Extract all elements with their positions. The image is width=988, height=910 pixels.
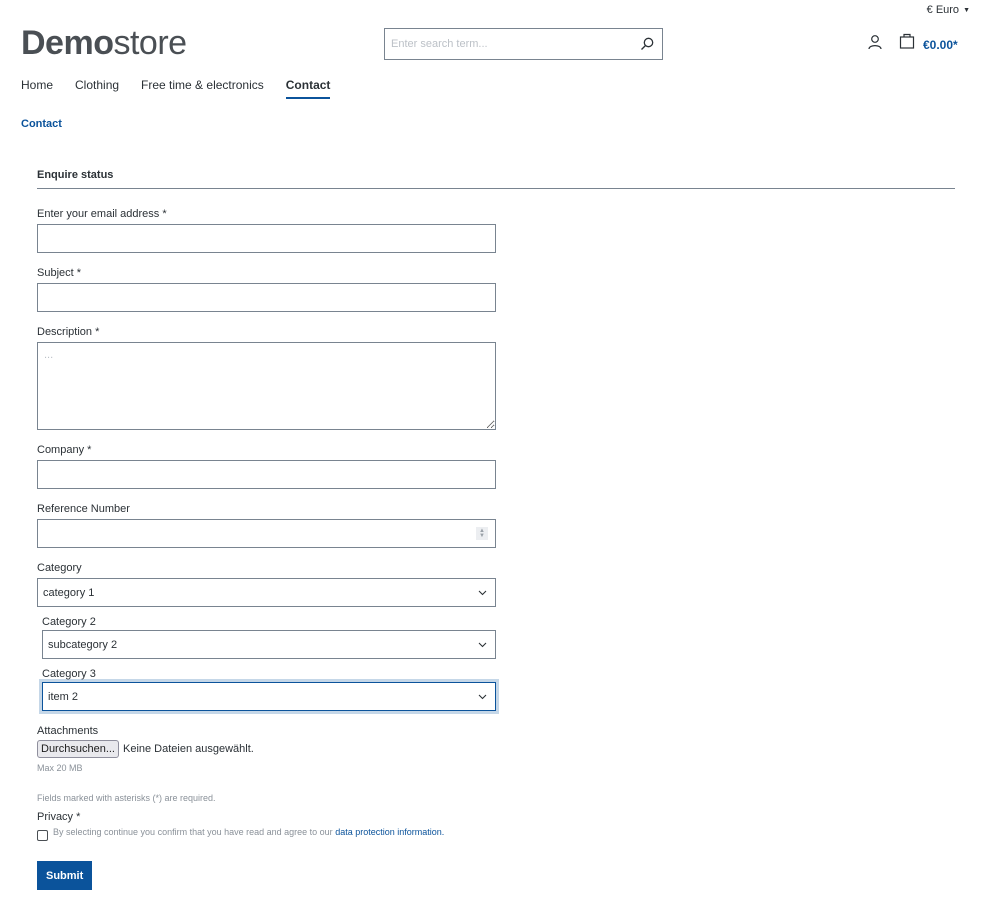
logo[interactable]: Demostore <box>21 24 187 62</box>
no-file-selected-text: Keine Dateien ausgewählt. <box>122 743 254 755</box>
email-input[interactable] <box>37 224 496 253</box>
nav-item-contact[interactable]: Contact <box>285 78 331 99</box>
category2-field-group: Category 2 subcategory 2 <box>42 615 496 659</box>
chevron-down-icon <box>478 590 487 595</box>
subject-input[interactable] <box>37 283 496 312</box>
category3-select-value: item 2 <box>48 690 78 703</box>
description-textarea[interactable] <box>37 342 496 430</box>
chevron-down-icon <box>478 694 487 699</box>
attachments-group: Attachments Durchsuchen... Keine Dateien… <box>37 725 955 773</box>
required-fields-note: Fields marked with asterisks (*) are req… <box>37 793 216 803</box>
category2-label: Category 2 <box>42 616 96 628</box>
currency-label: € Euro <box>926 4 960 16</box>
privacy-consent-row: By selecting continue you confirm that y… <box>37 827 955 841</box>
category3-field-group: Category 3 item 2 <box>42 667 496 711</box>
category-label: Category <box>37 562 82 574</box>
category2-select[interactable]: subcategory 2 <box>42 630 496 659</box>
search-icon[interactable] <box>632 37 662 51</box>
reference-number-input[interactable] <box>37 519 496 548</box>
category2-select-value: subcategory 2 <box>48 638 118 651</box>
company-input[interactable] <box>37 460 496 489</box>
submit-button[interactable]: Submit <box>37 861 93 890</box>
logo-bold: Demo <box>21 24 114 62</box>
privacy-text: By selecting continue you confirm that y… <box>53 827 336 837</box>
contact-form: Enquire status Enter your email address … <box>37 169 955 890</box>
caret-down-icon: ▼ <box>963 7 970 14</box>
nav-item-home[interactable]: Home <box>21 78 53 99</box>
number-spinner-icon[interactable]: ▲ ▼ <box>476 527 488 540</box>
company-label: Company * <box>37 444 92 456</box>
subject-field-group: Subject * <box>37 266 496 312</box>
privacy-label: Privacy * <box>37 811 81 823</box>
nav-item-free-time-electronics[interactable]: Free time & electronics <box>141 78 264 99</box>
company-field-group: Company * <box>37 443 496 489</box>
logo-light: store <box>113 24 187 62</box>
nav-item-clothing[interactable]: Clothing <box>75 78 119 99</box>
currency-selector[interactable]: € Euro ▼ <box>927 4 970 16</box>
breadcrumb[interactable]: Contact <box>21 118 62 130</box>
category-select[interactable]: category 1 <box>37 578 496 607</box>
chevron-down-icon <box>478 642 487 647</box>
search-input[interactable] <box>385 29 632 59</box>
category3-select[interactable]: item 2 <box>42 682 496 711</box>
reference-label: Reference Number <box>37 503 130 515</box>
privacy-checkbox[interactable] <box>37 830 48 841</box>
reference-field-group: Reference Number ▲ ▼ <box>37 502 496 548</box>
category-select-value: category 1 <box>43 586 95 599</box>
email-field-group: Enter your email address * <box>37 207 496 253</box>
account-icon[interactable] <box>867 34 883 55</box>
description-field-group: Description * <box>37 325 496 430</box>
description-label: Description * <box>37 326 100 338</box>
cart-total: €0.00* <box>923 38 958 52</box>
search-bar <box>384 28 663 60</box>
attachments-label: Attachments <box>37 725 99 737</box>
data-protection-link[interactable]: data protection information. <box>335 827 444 837</box>
category-field-group: Category category 1 <box>37 561 496 607</box>
form-title: Enquire status <box>37 169 955 189</box>
cart-icon <box>899 33 915 54</box>
category3-label: Category 3 <box>42 668 96 680</box>
main-navigation: Home Clothing Free time & electronics Co… <box>21 78 331 99</box>
cart-button[interactable]: €0.00* <box>899 33 958 54</box>
browse-files-button[interactable]: Durchsuchen... <box>37 740 119 758</box>
email-label: Enter your email address * <box>37 208 167 220</box>
subject-label: Subject * <box>37 267 82 279</box>
max-size-hint: Max 20 MB <box>37 763 83 773</box>
privacy-text-wrapper: By selecting continue you confirm that y… <box>53 827 444 837</box>
